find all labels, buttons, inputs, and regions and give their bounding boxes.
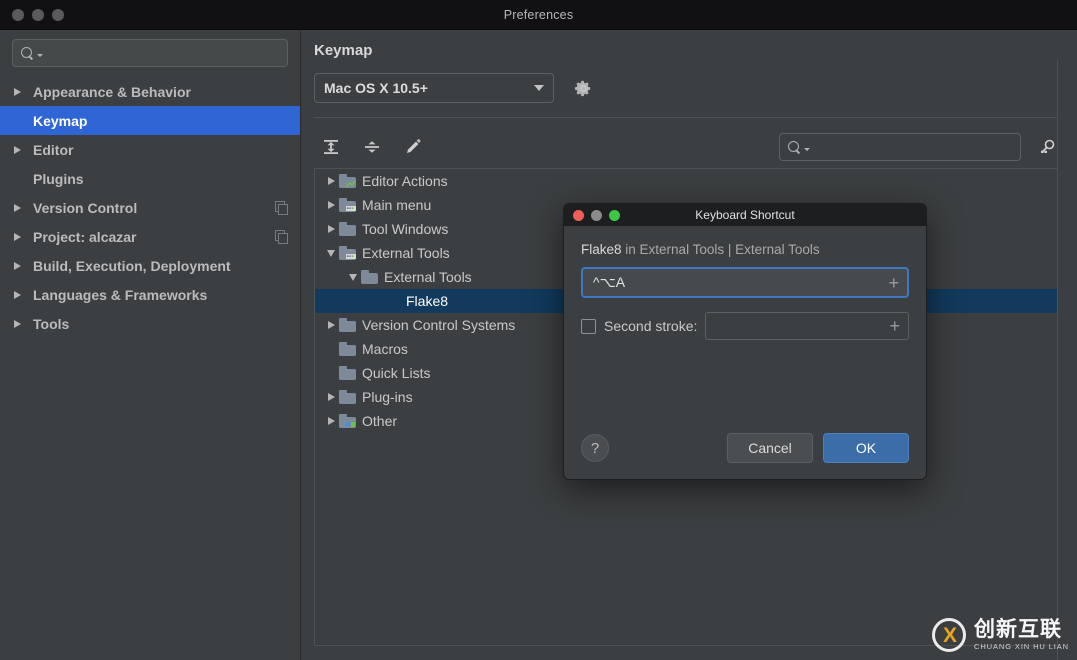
keymap-toolbar xyxy=(301,118,1077,164)
plus-icon: + xyxy=(888,274,899,292)
sidebar-item-label: Editor xyxy=(28,142,73,158)
chevron-right-icon[interactable] xyxy=(14,320,28,328)
chevron-down-icon xyxy=(534,85,544,91)
sidebar-item-label: Appearance & Behavior xyxy=(28,84,191,100)
sidebar-item-keymap[interactable]: Keymap xyxy=(0,106,300,135)
dialog-body: Flake8 in External Tools | External Tool… xyxy=(564,226,926,433)
chevron-right-icon[interactable] xyxy=(14,291,28,299)
window-titlebar: Preferences xyxy=(0,0,1077,30)
keymap-select[interactable]: Mac OS X 10.5+ xyxy=(314,73,554,103)
folder-icon xyxy=(339,222,356,236)
dialog-titlebar: Keyboard Shortcut xyxy=(564,204,926,226)
tree-row-label: Plug-ins xyxy=(362,389,413,405)
search-icon xyxy=(788,141,801,154)
shortcut-input[interactable]: ^⌥A + xyxy=(581,267,909,298)
chevron-down-icon[interactable] xyxy=(323,250,339,257)
sidebar-item-label: Build, Execution, Deployment xyxy=(28,258,231,274)
folder-tools-icon xyxy=(339,246,356,260)
copy-icon xyxy=(275,201,288,214)
chevron-right-icon[interactable] xyxy=(14,262,28,270)
folder-icon xyxy=(339,342,356,356)
chevron-right-icon[interactable] xyxy=(323,393,339,401)
dialog-caption-context: in External Tools | External Tools xyxy=(622,242,820,257)
sidebar-item-version-control[interactable]: Version Control xyxy=(0,193,300,222)
tree-row-label: External Tools xyxy=(362,245,450,261)
keymap-search-input[interactable] xyxy=(810,140,1012,155)
tree-row-label: Other xyxy=(362,413,397,429)
search-icon xyxy=(21,47,34,60)
folder-other-icon xyxy=(339,414,356,428)
keymap-select-value: Mac OS X 10.5+ xyxy=(324,80,428,96)
chevron-right-icon[interactable] xyxy=(14,233,28,241)
folder-icon xyxy=(361,270,378,284)
keymap-selector-row: Mac OS X 10.5+ xyxy=(301,59,1077,103)
search-input[interactable] xyxy=(43,46,279,61)
tree-row[interactable]: Editor Actions xyxy=(315,169,1058,193)
tree-row-label: Version Control Systems xyxy=(362,317,515,333)
second-stroke-checkbox[interactable] xyxy=(581,319,596,334)
folder-menu-icon xyxy=(339,198,356,212)
sidebar-item-editor[interactable]: Editor xyxy=(0,135,300,164)
sidebar-item-build-execution-deployment[interactable]: Build, Execution, Deployment xyxy=(0,251,300,280)
chevron-right-icon[interactable] xyxy=(323,321,339,329)
tree-row-label: Tool Windows xyxy=(362,221,448,237)
tree-row-label: Main menu xyxy=(362,197,431,213)
second-stroke-input[interactable]: + xyxy=(705,312,909,340)
sidebar-item-tools[interactable]: Tools xyxy=(0,309,300,338)
cancel-button[interactable]: Cancel xyxy=(727,433,813,463)
edit-pencil-icon[interactable] xyxy=(403,137,423,157)
folder-editor-icon xyxy=(339,174,356,188)
sidebar-item-label: Project: alcazar xyxy=(28,229,137,245)
tree-row-label: External Tools xyxy=(384,269,472,285)
window-title: Preferences xyxy=(0,8,1077,22)
sidebar-item-project-alcazar[interactable]: Project: alcazar xyxy=(0,222,300,251)
help-button[interactable]: ? xyxy=(581,434,609,462)
chevron-down-icon[interactable] xyxy=(345,274,361,281)
page-title: Keymap xyxy=(301,30,1077,59)
chevron-right-icon[interactable] xyxy=(323,417,339,425)
find-by-shortcut-icon[interactable] xyxy=(1037,136,1059,158)
folder-icon xyxy=(339,390,356,404)
shortcut-value: ^⌥A xyxy=(593,274,625,291)
folder-icon xyxy=(339,366,356,380)
dialog-caption-action: Flake8 xyxy=(581,242,622,257)
expand-all-icon[interactable] xyxy=(321,137,341,157)
sidebar-item-plugins[interactable]: Plugins xyxy=(0,164,300,193)
dialog-title: Keyboard Shortcut xyxy=(564,208,926,222)
sidebar-item-label: Tools xyxy=(28,316,69,332)
plus-icon: + xyxy=(889,317,900,335)
sidebar-item-list: Appearance & Behavior Keymap Editor Plugins… xyxy=(0,77,300,660)
folder-icon xyxy=(339,318,356,332)
chevron-right-icon[interactable] xyxy=(14,146,28,154)
dialog-caption: Flake8 in External Tools | External Tool… xyxy=(581,242,909,267)
second-stroke-label: Second stroke: xyxy=(604,318,697,334)
gear-icon[interactable] xyxy=(574,79,593,98)
tree-row-label: Macros xyxy=(362,341,408,357)
collapse-all-icon[interactable] xyxy=(362,137,382,157)
chevron-right-icon[interactable] xyxy=(14,204,28,212)
sidebar-item-label: Keymap xyxy=(28,113,87,129)
chevron-right-icon[interactable] xyxy=(14,88,28,96)
panel-right-edge xyxy=(1057,60,1077,660)
second-stroke-row: Second stroke: + xyxy=(581,312,909,340)
sidebar-item-label: Languages & Frameworks xyxy=(28,287,207,303)
sidebar-item-languages-frameworks[interactable]: Languages & Frameworks xyxy=(0,280,300,309)
keyboard-shortcut-dialog: Keyboard Shortcut Flake8 in External Too… xyxy=(563,203,927,480)
keymap-search[interactable] xyxy=(779,133,1021,161)
tree-row-label: Flake8 xyxy=(406,293,448,309)
sidebar-item-label: Version Control xyxy=(28,200,137,216)
settings-sidebar: Appearance & Behavior Keymap Editor Plugins… xyxy=(0,30,301,660)
preferences-window: Preferences Appearance & Behavior Keymap E… xyxy=(0,0,1077,660)
sidebar-search[interactable] xyxy=(12,39,288,67)
chevron-right-icon[interactable] xyxy=(323,177,339,185)
ok-button[interactable]: OK xyxy=(823,433,909,463)
tree-row-label: Quick Lists xyxy=(362,365,430,381)
copy-icon xyxy=(275,230,288,243)
chevron-right-icon[interactable] xyxy=(323,201,339,209)
chevron-right-icon[interactable] xyxy=(323,225,339,233)
sidebar-item-label: Plugins xyxy=(28,171,84,187)
dialog-footer: ? Cancel OK xyxy=(564,433,926,479)
sidebar-item-appearance-behavior[interactable]: Appearance & Behavior xyxy=(0,77,300,106)
tree-row-label: Editor Actions xyxy=(362,173,448,189)
